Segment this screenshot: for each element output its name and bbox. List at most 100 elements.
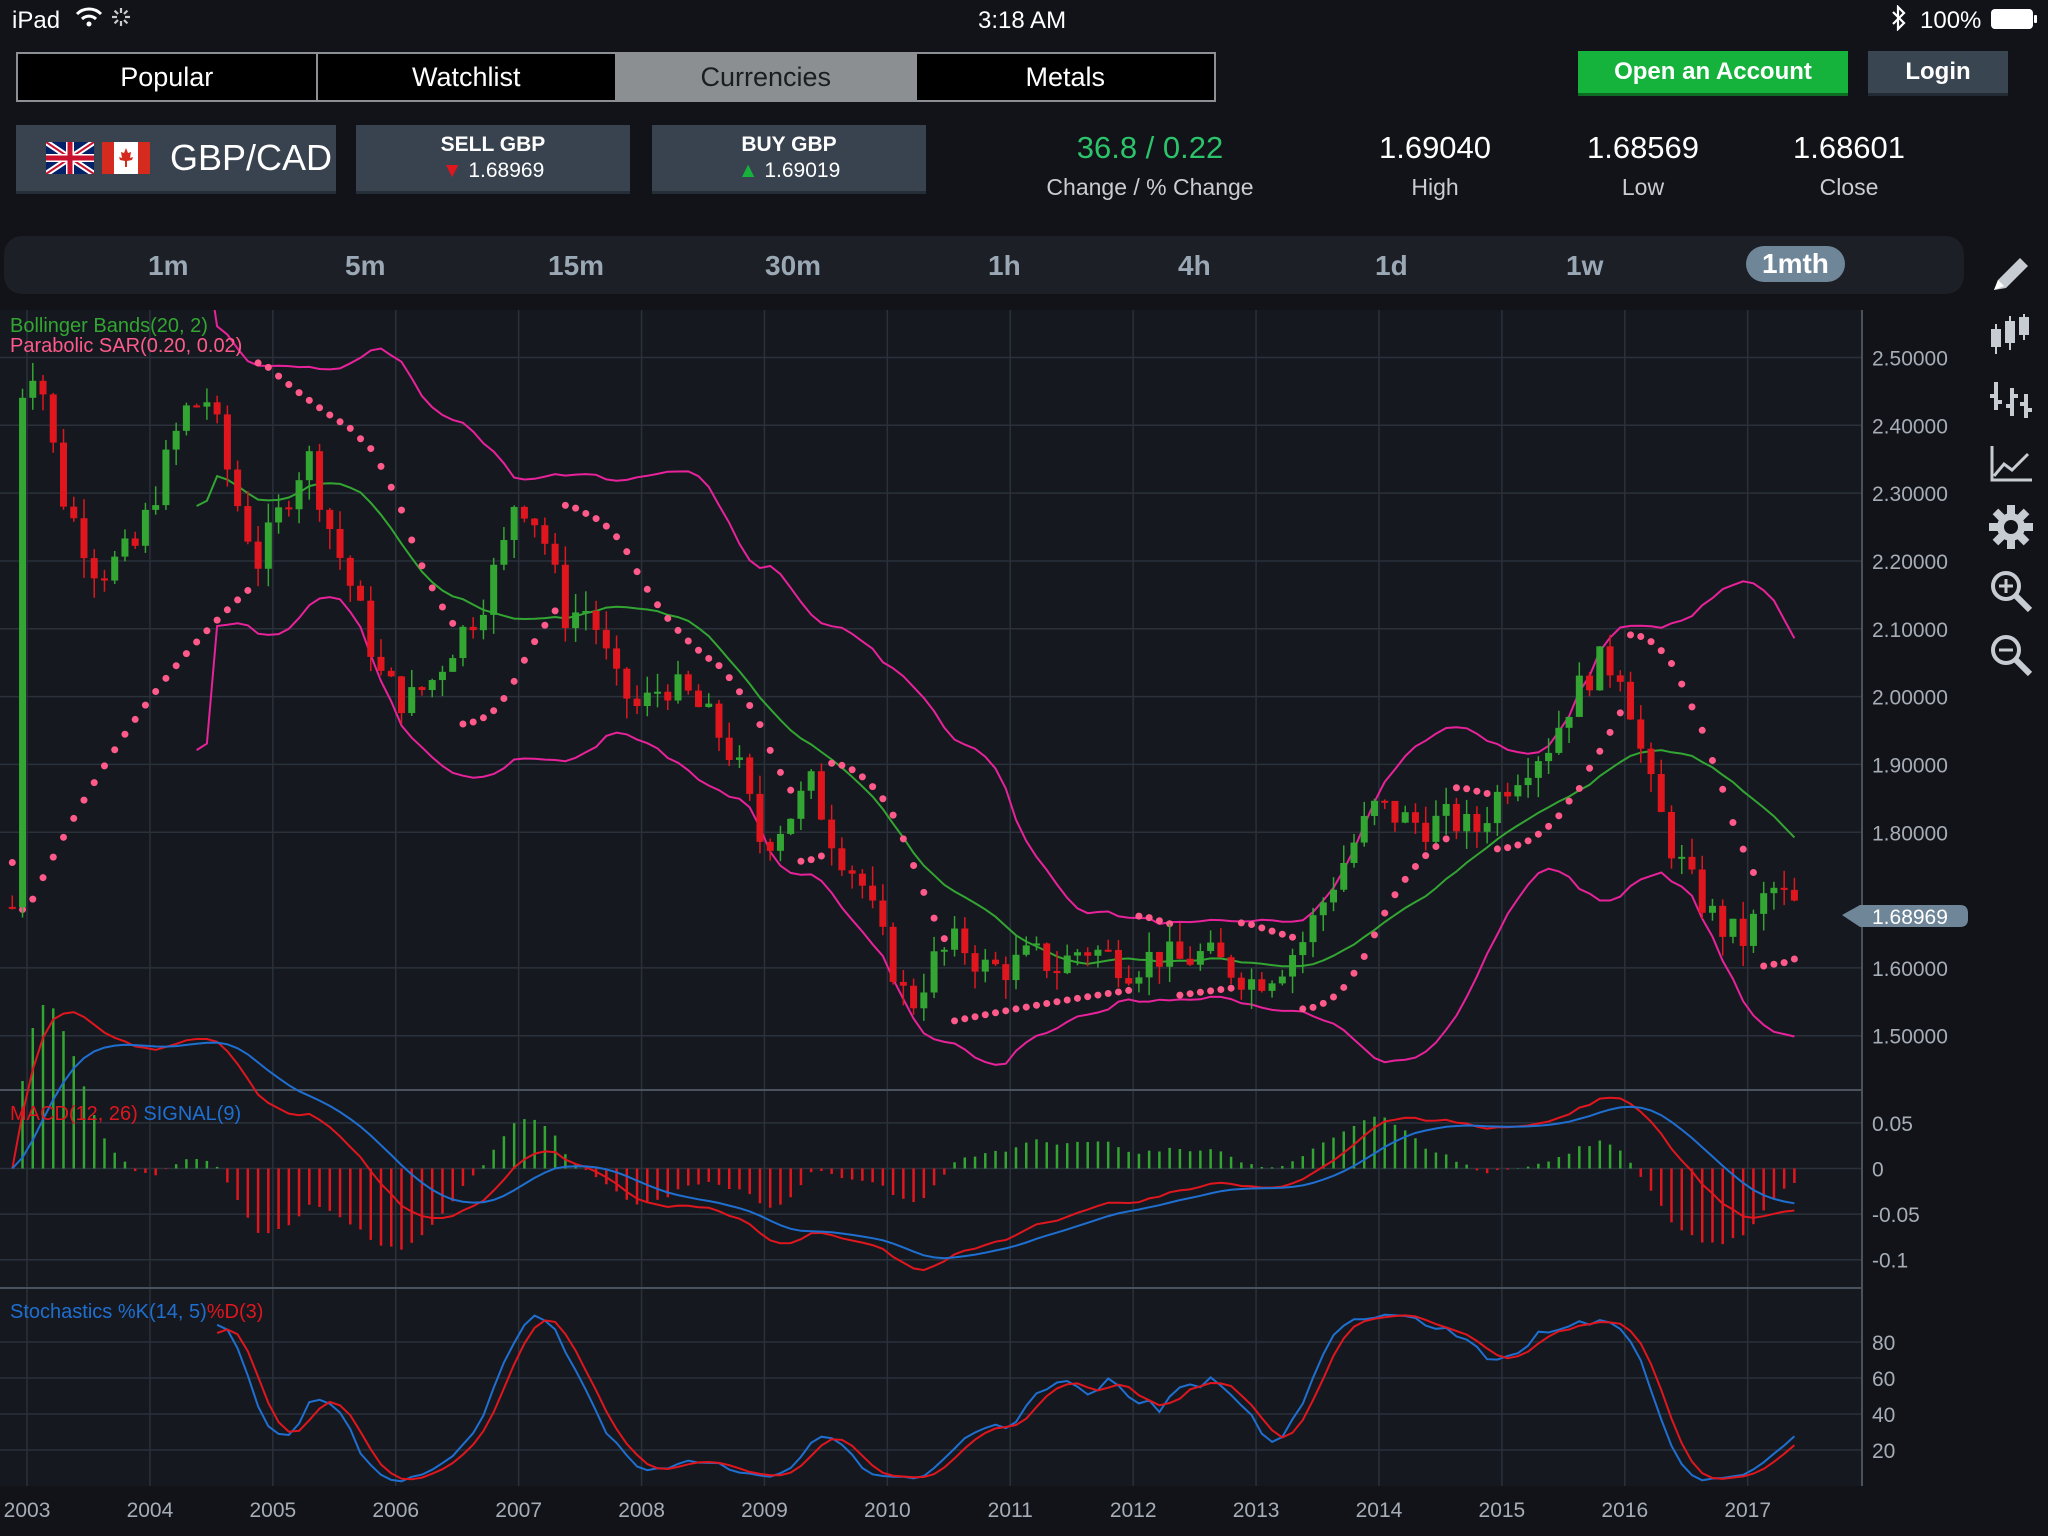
candle-body (244, 506, 252, 542)
zoom-out-icon[interactable] (1986, 630, 2036, 680)
sar-dot (940, 935, 948, 943)
sar-dot (1391, 891, 1399, 899)
candle-body (1555, 727, 1563, 753)
tab-metals[interactable]: Metals (916, 54, 1214, 100)
candle-body (387, 670, 395, 677)
candle-body (971, 953, 979, 972)
gear-icon[interactable] (1986, 502, 2036, 552)
line-chart-icon[interactable] (1986, 438, 2036, 488)
sar-dot (1504, 844, 1512, 852)
clock: 3:18 AM (978, 7, 1067, 34)
timeframe-1m[interactable]: 1m (148, 250, 188, 282)
sar-dot (1534, 830, 1542, 838)
sar-dot (551, 607, 559, 615)
price-tick-label: 2.40000 (1872, 415, 1948, 438)
candle-body (1196, 951, 1204, 965)
candle-body (705, 703, 713, 707)
sar-dot (305, 396, 313, 404)
sar-dot (1442, 835, 1450, 843)
high-stat: 1.69040 High (1360, 130, 1510, 201)
candlestick-icon[interactable] (1986, 310, 2036, 360)
timeframe-15m[interactable]: 15m (548, 250, 604, 282)
timeframe-1w[interactable]: 1w (1566, 250, 1603, 282)
candle-body (1073, 952, 1081, 956)
sar-dot (520, 656, 528, 664)
sar-dot (776, 768, 784, 776)
candle-body (848, 870, 856, 874)
sar-dot (1483, 790, 1491, 798)
candle-body (70, 506, 78, 519)
candle-body (1053, 970, 1061, 974)
candle-body (623, 668, 631, 699)
sar-dot (1330, 993, 1338, 1001)
tab-currencies[interactable]: Currencies (617, 54, 917, 100)
sar-dot (1411, 862, 1419, 870)
change-label: Change / % Change (1046, 174, 1254, 200)
sar-dot (582, 509, 590, 517)
timeframe-1mth[interactable]: 1mth (1746, 246, 1845, 282)
activity-icon (110, 6, 132, 35)
year-tick-label: 2006 (372, 1499, 419, 1522)
tab-watchlist[interactable]: Watchlist (317, 54, 617, 100)
sar-dot (643, 585, 651, 593)
candle-body (1094, 949, 1102, 956)
candle-body (1278, 976, 1286, 984)
sar-dot (674, 626, 682, 634)
timeframe-1h[interactable]: 1h (988, 250, 1021, 282)
sar-dot (1493, 845, 1501, 853)
open-account-button[interactable]: Open an Account (1578, 51, 1848, 96)
timeframe-1d[interactable]: 1d (1375, 250, 1408, 282)
sar-dot (1217, 986, 1225, 994)
up-arrow-icon: ▲ (737, 159, 759, 182)
candle-body (1688, 856, 1696, 870)
sar-dot (951, 1017, 959, 1025)
candle-body (1422, 822, 1430, 842)
candle-body (756, 793, 764, 842)
candle-body (643, 692, 651, 707)
timeframe-bar (4, 236, 1964, 294)
zoom-in-icon[interactable] (1986, 566, 2036, 616)
sar-dot (39, 874, 47, 882)
bar-chart-icon[interactable] (1986, 374, 2036, 424)
timeframe-4h[interactable]: 4h (1178, 250, 1211, 282)
candle-body (223, 414, 231, 470)
candle-body (1790, 889, 1798, 901)
candle-body (490, 564, 498, 615)
timeframe-30m[interactable]: 30m (765, 250, 821, 282)
sar-dot (1012, 1005, 1020, 1013)
price-tick-label: 2.30000 (1872, 483, 1948, 506)
sar-dot (797, 857, 805, 865)
candle-body (1411, 812, 1419, 823)
market-tabs: Popular Watchlist Currencies Metals (16, 52, 1216, 102)
device-name: iPad (12, 7, 61, 34)
candle-body (449, 658, 457, 672)
sar-dot (1176, 991, 1184, 999)
login-button[interactable]: Login (1868, 51, 2008, 96)
candle-body (1063, 955, 1071, 974)
timeframe-5m[interactable]: 5m (345, 250, 385, 282)
sell-button[interactable]: SELL GBP ▼ 1.68969 (356, 125, 630, 194)
sar-dot (561, 501, 569, 509)
candle-body (715, 703, 723, 738)
sar-dot (203, 627, 211, 635)
candle-body (961, 928, 969, 954)
pencil-icon[interactable] (1986, 250, 2036, 300)
candle-body (1586, 675, 1594, 691)
candle-body (520, 506, 528, 519)
tab-popular[interactable]: Popular (18, 54, 318, 100)
price-chart[interactable]: 2.50000 2.40000 2.30000 2.20000 2.10000 2.000… (0, 310, 1970, 1536)
instrument-selector[interactable]: GBP/CAD (16, 125, 336, 194)
candle-body (869, 885, 877, 901)
sar-dot (510, 677, 518, 685)
candle-body (1248, 979, 1256, 990)
candle-body (1770, 887, 1778, 894)
sar-dot (1555, 812, 1563, 820)
candle-body (992, 959, 1000, 965)
buy-button[interactable]: BUY GBP ▲ 1.69019 (652, 125, 926, 194)
sar-dot (807, 856, 815, 864)
sar-dot (858, 773, 866, 781)
candle-body (1125, 978, 1133, 984)
sar-dot (879, 795, 887, 803)
buy-label: BUY GBP (741, 133, 837, 156)
sar-dot (1770, 960, 1778, 968)
